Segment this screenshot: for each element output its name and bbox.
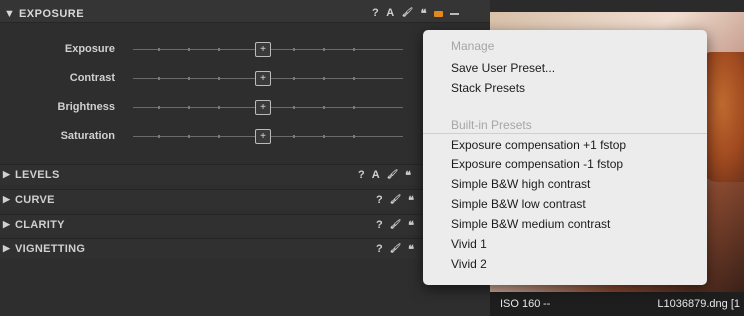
slider-tick <box>353 48 355 51</box>
presets-icon[interactable]: ❝ <box>405 169 411 182</box>
menu-item-vivid-1[interactable]: Vivid 1 <box>451 237 487 251</box>
contrast-slider-knob[interactable]: + <box>255 71 271 86</box>
brightness-slider[interactable]: + <box>133 100 403 115</box>
exposure-section-header[interactable]: ▼ EXPOSURE ? A 🖌 ❝ <box>0 0 490 23</box>
menu-item-exposure-minus-1[interactable]: Exposure compensation -1 fstop <box>451 157 623 171</box>
section-icons: ? 🖌 ❝ <box>376 194 414 207</box>
levels-section-header[interactable]: ▶ LEVELS ? A 🖌 ❝ <box>0 164 490 185</box>
slider-tick <box>353 77 355 80</box>
exposure-header-icons: ? A 🖌 ❝ <box>372 7 460 20</box>
auto-icon[interactable]: A <box>372 169 380 182</box>
menu-divider <box>423 133 707 134</box>
help-icon[interactable]: ? <box>376 243 383 256</box>
exposure-label: Exposure <box>64 43 115 55</box>
builtin-presets-header: Built-in Presets <box>451 118 532 132</box>
contrast-label: Contrast <box>69 72 115 84</box>
section-icons: ? 🖌 ❝ <box>376 243 414 256</box>
slider-tick <box>323 135 325 138</box>
contrast-slider-row: Contrast + <box>0 67 490 91</box>
slider-tick <box>293 48 295 51</box>
menu-item-bw-high-contrast[interactable]: Simple B&W high contrast <box>451 177 590 191</box>
exposure-slider[interactable]: + <box>133 42 403 57</box>
iso-value: ISO 160 <box>500 298 541 310</box>
saturation-slider[interactable]: + <box>133 129 403 144</box>
slider-tick <box>323 77 325 80</box>
collapse-icon[interactable] <box>450 13 460 15</box>
contrast-slider[interactable]: + <box>133 71 403 86</box>
status-separator: -- <box>543 298 551 310</box>
menu-item-vivid-2[interactable]: Vivid 2 <box>451 257 487 271</box>
presets-dropdown-menu: Manage Save User Preset... Stack Presets… <box>423 30 707 285</box>
menu-item-bw-low-contrast[interactable]: Simple B&W low contrast <box>451 197 586 211</box>
slider-tick <box>353 106 355 109</box>
section-title[interactable]: CLARITY <box>15 219 65 231</box>
exposure-slider-knob[interactable]: + <box>255 42 271 57</box>
clarity-section-header[interactable]: ▶ CLARITY ? 🖌 ❝ <box>0 214 490 235</box>
saturation-label: Saturation <box>60 130 115 142</box>
presets-active-icon[interactable] <box>434 11 444 17</box>
help-icon[interactable]: ? <box>376 194 383 207</box>
slider-tick <box>188 106 190 109</box>
help-icon[interactable]: ? <box>376 219 383 232</box>
slider-tick <box>323 106 325 109</box>
slider-tick <box>323 48 325 51</box>
wand-icon[interactable]: 🖌 <box>390 194 401 207</box>
menu-item-save-user-preset[interactable]: Save User Preset... <box>451 61 555 75</box>
saturation-slider-knob[interactable]: + <box>255 129 271 144</box>
slider-tick <box>293 106 295 109</box>
slider-tick <box>293 135 295 138</box>
slider-tick <box>353 135 355 138</box>
section-icons: ? 🖌 ❝ <box>376 219 414 232</box>
slider-tick <box>218 135 220 138</box>
brightness-slider-row: Brightness + <box>0 96 490 120</box>
auto-icon[interactable]: A <box>386 7 394 20</box>
vignetting-section-header[interactable]: ▶ VIGNETTING ? 🖌 ❝ <box>0 238 490 259</box>
expand-arrow-icon[interactable]: ▶ <box>3 243 10 254</box>
presets-icon[interactable]: ❝ <box>408 219 414 232</box>
slider-tick <box>188 77 190 80</box>
adjustments-panel: ▼ EXPOSURE ? A 🖌 ❝ Exposure + Contrast +… <box>0 0 490 316</box>
expand-arrow-icon[interactable]: ▶ <box>3 169 10 180</box>
wand-icon[interactable]: 🖌 <box>390 219 401 232</box>
presets-icon[interactable]: ❝ <box>408 194 414 207</box>
slider-tick <box>293 77 295 80</box>
slider-tick <box>188 135 190 138</box>
slider-tick <box>218 48 220 51</box>
slider-tick <box>158 135 160 138</box>
section-icons: ? A 🖌 ❝ <box>358 169 411 182</box>
help-icon[interactable]: ? <box>358 169 365 182</box>
slider-tick <box>218 106 220 109</box>
help-icon[interactable]: ? <box>372 7 379 20</box>
exposure-section-title[interactable]: ▼ EXPOSURE <box>4 8 84 20</box>
slider-tick <box>218 77 220 80</box>
brightness-slider-knob[interactable]: + <box>255 100 271 115</box>
file-name: L1036879.dng [1 <box>657 298 740 310</box>
expand-arrow-icon[interactable]: ▶ <box>3 219 10 230</box>
manage-header: Manage <box>451 39 495 53</box>
wand-icon[interactable]: 🖌 <box>387 169 398 182</box>
exposure-slider-row: Exposure + <box>0 38 490 62</box>
menu-item-bw-medium-contrast[interactable]: Simple B&W medium contrast <box>451 217 610 231</box>
section-title[interactable]: CURVE <box>15 194 55 206</box>
brightness-label: Brightness <box>57 101 115 113</box>
section-title[interactable]: VIGNETTING <box>15 243 85 255</box>
slider-tick <box>158 77 160 80</box>
section-title[interactable]: LEVELS <box>15 169 60 181</box>
photo-status-bar: ISO 160 -- L1036879.dng [1 <box>490 292 744 316</box>
saturation-slider-row: Saturation + <box>0 125 490 149</box>
presets-icon[interactable]: ❝ <box>408 243 414 256</box>
expand-arrow-icon[interactable]: ▶ <box>3 194 10 205</box>
menu-item-exposure-plus-1[interactable]: Exposure compensation +1 fstop <box>451 138 626 152</box>
presets-icon[interactable]: ❝ <box>421 7 427 20</box>
menu-item-stack-presets[interactable]: Stack Presets <box>451 81 525 95</box>
wand-icon[interactable]: 🖌 <box>402 7 414 20</box>
slider-tick <box>188 48 190 51</box>
wand-icon[interactable]: 🖌 <box>390 243 401 256</box>
curve-section-header[interactable]: ▶ CURVE ? 🖌 ❝ <box>0 189 490 210</box>
slider-tick <box>158 48 160 51</box>
slider-tick <box>158 106 160 109</box>
